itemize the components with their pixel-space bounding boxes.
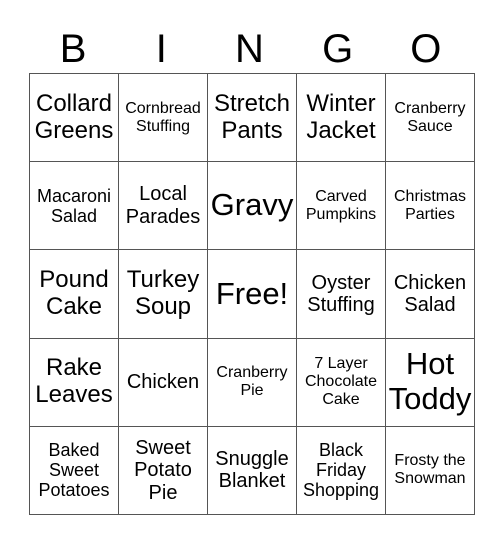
bingo-cell[interactable]: Sweet Potato Pie xyxy=(118,425,208,516)
bingo-cell[interactable]: Cranberry Sauce xyxy=(385,72,475,163)
grid-row: Macaroni Salad Local Parades Gravy Carve… xyxy=(29,161,475,251)
bingo-cell[interactable]: Cornbread Stuffing xyxy=(118,72,208,163)
bingo-grid: Collard Greens Cornbread Stuffing Stretc… xyxy=(29,72,475,516)
bingo-cell[interactable]: Rake Leaves xyxy=(29,337,119,427)
bingo-cell[interactable]: Chicken Salad xyxy=(385,249,475,339)
bingo-cell[interactable]: Baked Sweet Potatoes xyxy=(29,425,119,516)
bingo-header: B I N G O xyxy=(29,26,470,72)
bingo-cell[interactable]: Oyster Stuffing xyxy=(296,249,386,339)
grid-row: Baked Sweet Potatoes Sweet Potato Pie Sn… xyxy=(29,425,475,516)
bingo-cell[interactable]: Turkey Soup xyxy=(118,249,208,339)
header-letter-i: I xyxy=(155,27,167,71)
bingo-cell[interactable]: Macaroni Salad xyxy=(29,161,119,251)
header-letter-b: B xyxy=(59,27,87,71)
header-letter-n: N xyxy=(235,27,264,71)
bingo-cell[interactable]: Cranberry Pie xyxy=(207,337,297,427)
bingo-cell[interactable]: Local Parades xyxy=(118,161,208,251)
bingo-cell[interactable]: Gravy xyxy=(207,161,297,251)
bingo-cell[interactable]: Chicken xyxy=(118,337,208,427)
bingo-cell[interactable]: Winter Jacket xyxy=(296,72,386,163)
grid-row: Rake Leaves Chicken Cranberry Pie 7 Laye… xyxy=(29,337,475,427)
bingo-cell[interactable]: 7 Layer Chocolate Cake xyxy=(296,337,386,427)
bingo-cell[interactable]: Pound Cake xyxy=(29,249,119,339)
bingo-cell[interactable]: Hot Toddy xyxy=(385,337,475,427)
bingo-cell[interactable]: Snuggle Blanket xyxy=(207,425,297,516)
bingo-cell[interactable]: Stretch Pants xyxy=(207,72,297,163)
bingo-cell[interactable]: Carved Pumpkins xyxy=(296,161,386,251)
bingo-cell[interactable]: Christmas Parties xyxy=(385,161,475,251)
grid-row: Collard Greens Cornbread Stuffing Stretc… xyxy=(29,72,475,163)
header-letter-g: G xyxy=(322,27,354,71)
bingo-cell[interactable]: Frosty the Snowman xyxy=(385,425,475,516)
header-letter-o: O xyxy=(410,27,442,71)
free-space-cell[interactable]: Free! xyxy=(207,249,297,339)
bingo-cell[interactable]: Black Friday Shopping xyxy=(296,425,386,516)
bingo-cell[interactable]: Collard Greens xyxy=(29,72,119,163)
grid-row: Pound Cake Turkey Soup Free! Oyster Stuf… xyxy=(29,249,475,339)
